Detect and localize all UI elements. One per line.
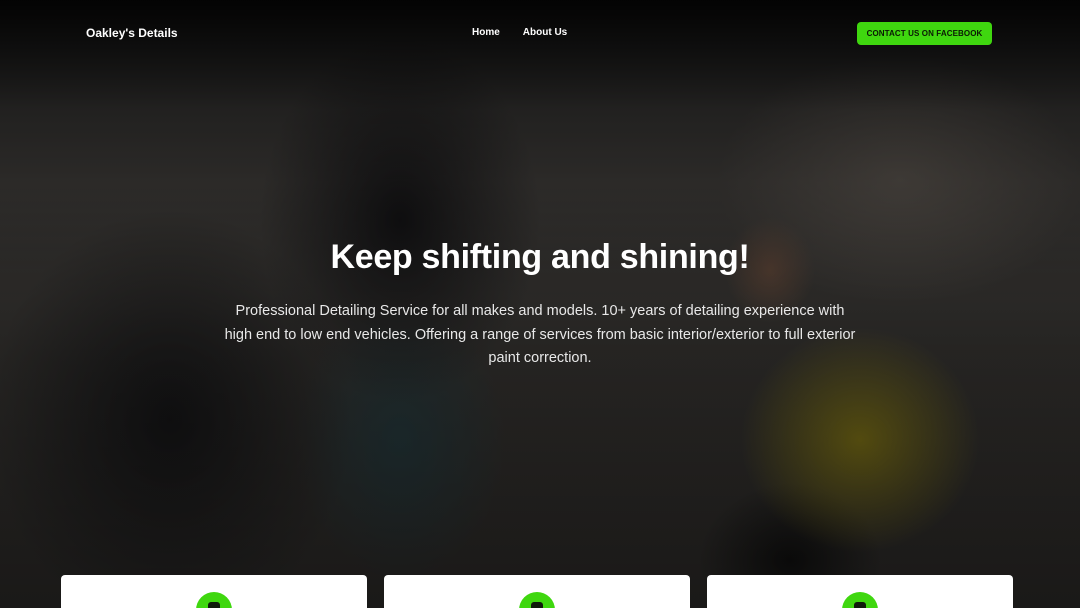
service-icon xyxy=(842,592,878,608)
brand-logo-link[interactable]: Oakley's Details xyxy=(86,26,178,40)
feature-card xyxy=(384,575,690,608)
hero-description: Professional Detailing Service for all m… xyxy=(224,303,856,366)
nav-link-home[interactable]: Home xyxy=(472,27,500,38)
main-nav: Home About Us xyxy=(472,27,567,38)
contact-facebook-button[interactable]: CONTACT US ON FACEBOOK xyxy=(857,22,992,45)
service-icon xyxy=(196,592,232,608)
feature-card xyxy=(61,575,367,608)
service-icon xyxy=(519,592,555,608)
navbar: Oakley's Details Home About Us CONTACT U… xyxy=(0,0,1080,66)
nav-link-about-us[interactable]: About Us xyxy=(523,27,567,38)
feature-card xyxy=(707,575,1013,608)
hero-title: Keep shifting and shining! xyxy=(330,238,750,276)
